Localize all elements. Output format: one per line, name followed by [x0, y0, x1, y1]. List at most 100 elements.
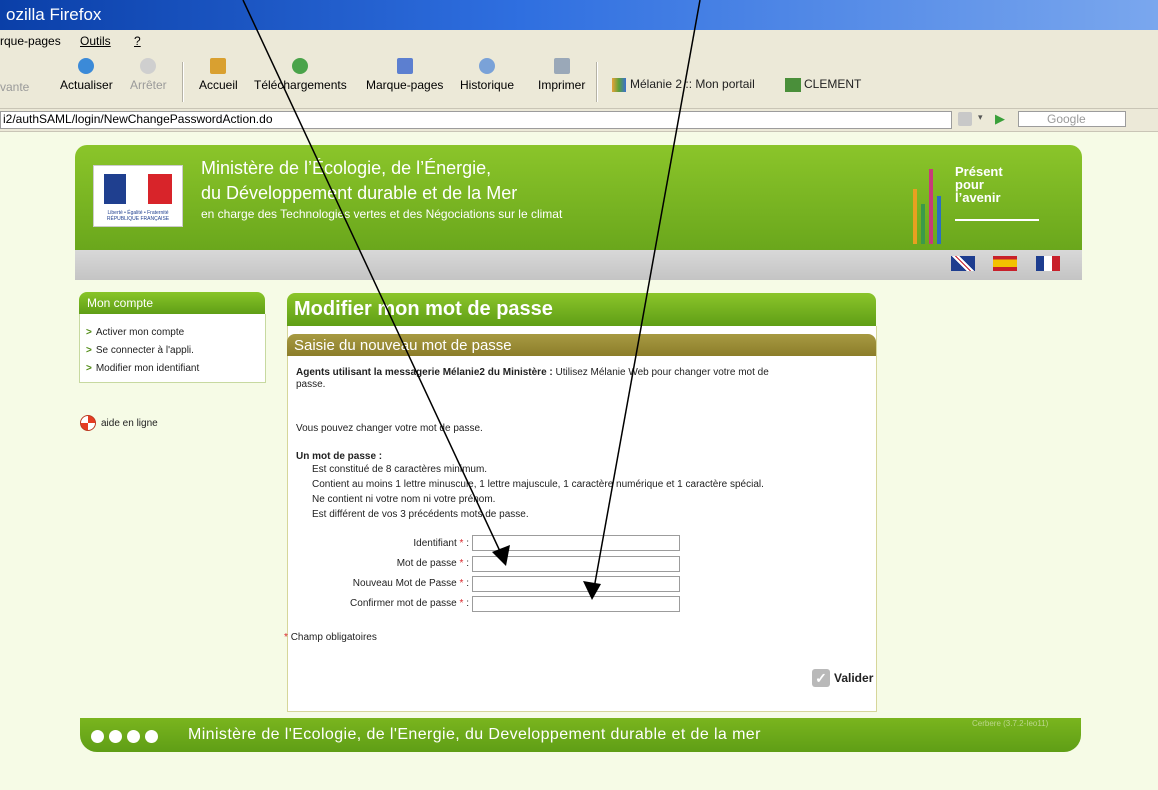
flag-es-icon[interactable] — [993, 256, 1017, 271]
chevron-right-icon: > — [86, 345, 92, 356]
window-title: ozilla Firefox — [6, 5, 102, 24]
history-icon — [479, 58, 496, 74]
ministry-line2: du Développement durable et de la Mer — [201, 183, 518, 203]
sidebar-item-label: Se connecter à l'appli. — [95, 345, 194, 356]
navigation-toolbar: vante Actualiser Arrêter Accueil Télécha… — [0, 52, 1158, 109]
agents-notice: Agents utilisant la messagerie Mélanie2 … — [296, 367, 866, 391]
dropdown-icon[interactable]: ▾ — [978, 112, 990, 126]
language-bar — [75, 250, 1082, 280]
print-label: Imprimer — [538, 78, 586, 92]
section-title: Saisie du nouveau mot de passe — [294, 337, 512, 354]
rule-item: Est constitué de 8 caractères minimum. — [312, 464, 488, 475]
print-icon — [553, 58, 570, 74]
sidebar-item-activate[interactable]: > Activer mon compte — [86, 327, 184, 338]
required-mark: * — [284, 632, 288, 643]
sidebar-item-label: Activer mon compte — [95, 327, 185, 338]
menu-tools[interactable]: Outils — [80, 34, 111, 48]
logo-red — [148, 174, 172, 204]
identifiant-field[interactable] — [472, 535, 680, 551]
present-pour-avenir: Présent pour l’avenir — [955, 165, 1035, 204]
checkmark-icon: ✓ — [812, 669, 830, 687]
republique-logo: Liberté • Égalité • Fraternité RÉPUBLIQUE… — [93, 165, 183, 227]
go-icon[interactable]: ▶ — [995, 111, 1005, 127]
section-header: Saisie du nouveau mot de passe — [287, 334, 876, 356]
history-label: Historique — [460, 78, 515, 92]
confirm-password-label: Confirmer mot de passe * : — [350, 598, 469, 609]
reload-label: Actualiser — [60, 78, 113, 92]
bookmarks-label: Marque-pages — [366, 78, 444, 92]
required-mark: * — [459, 598, 464, 609]
footer-dot — [109, 730, 122, 743]
home-icon — [210, 58, 227, 74]
sidebar-menu: > Activer mon compte > Se connecter à l'ap… — [79, 314, 266, 383]
footer-text: Ministère de l'Ecologie, de l'Energie, d… — [188, 726, 761, 743]
sidebar-title: Mon compte — [87, 296, 154, 310]
agents-text: Utilisez Mélanie Web pour changer votre … — [552, 367, 769, 378]
confirm-password-field[interactable] — [472, 596, 680, 612]
identifiant-label: Identifiant * : — [413, 538, 469, 549]
logo-blue — [104, 174, 126, 204]
submit-label: Valider — [834, 671, 874, 685]
new-password-field[interactable] — [472, 576, 680, 592]
password-label-text: Mot de passe — [396, 558, 457, 569]
present-underline — [955, 219, 1039, 221]
new-password-label-text: Nouveau Mot de Passe — [352, 578, 457, 589]
main-header: Modifier mon mot de passe — [287, 293, 876, 326]
reload-icon — [78, 58, 95, 74]
clement-icon — [785, 77, 801, 92]
ministry-banner: Liberté • Égalité • Fraternité RÉPUBLIQUE… — [75, 145, 1082, 250]
version-text: Cerbere (3.7.2-Ieo11) — [972, 719, 1049, 728]
banner-decor — [937, 196, 941, 244]
home-button[interactable]: Accueil — [199, 58, 238, 92]
bookmarks-icon — [396, 58, 413, 74]
page-title: Modifier mon mot de passe — [294, 298, 553, 320]
downloads-button[interactable]: Téléchargements — [254, 58, 347, 92]
bookmark-melanie[interactable]: Mélanie 2 :: Mon portail — [612, 77, 755, 92]
bookmark-clement[interactable]: CLEMENT — [785, 77, 861, 92]
window-titlebar: ozilla Firefox — [0, 0, 1158, 30]
menu-help[interactable]: ? — [134, 34, 141, 48]
search-placeholder: Google — [1047, 112, 1086, 126]
address-bar: i2/authSAML/login/NewChangePasswordActio… — [0, 109, 1158, 132]
ministry-line3: en charge des Technologies vertes et des… — [201, 207, 563, 221]
rule-item: Est différent de vos 3 précédents mots d… — [312, 509, 529, 520]
password-field[interactable] — [472, 556, 680, 572]
reload-button[interactable]: Actualiser — [60, 58, 113, 92]
menubar: rque-pages Outils ? — [0, 30, 1158, 53]
stop-button[interactable]: Arrêter — [130, 58, 167, 92]
required-note: * Champ obligatoires — [284, 632, 377, 644]
menu-bookmarks[interactable]: rque-pages — [0, 34, 61, 48]
history-button[interactable]: Historique — [460, 58, 514, 92]
required-mark: * — [459, 538, 464, 549]
search-input[interactable]: Google — [1018, 111, 1126, 127]
confirm-password-label-text: Confirmer mot de passe — [350, 598, 457, 609]
footer-dot — [127, 730, 140, 743]
forward-label: vante — [0, 80, 30, 94]
banner-decor — [921, 204, 925, 244]
bookmarks-button[interactable]: Marque-pages — [366, 58, 443, 92]
melanie-icon — [612, 77, 626, 92]
rule-item: Ne contient ni votre nom ni votre prénom… — [312, 494, 496, 505]
flag-uk-icon[interactable] — [951, 256, 975, 271]
ministry-line1: Ministère de l’Écologie, de l’Énergie, — [201, 158, 492, 178]
stop-label: Arrêter — [130, 78, 167, 92]
logo-republique: RÉPUBLIQUE FRANÇAISE — [106, 216, 170, 222]
forward-button[interactable]: vante — [0, 80, 29, 94]
flag-fr-icon[interactable] — [1036, 256, 1060, 271]
rss-icon[interactable] — [958, 112, 972, 126]
sidebar-item-modify-id[interactable]: > Modifier mon identifiant — [86, 363, 199, 374]
stop-icon — [140, 58, 157, 74]
help-link[interactable]: aide en ligne — [101, 418, 158, 429]
logo-text: Liberté • Égalité • Fraternité RÉPUBLIQUE… — [96, 210, 180, 222]
banner-decor — [913, 189, 917, 244]
chevron-right-icon: > — [86, 363, 92, 374]
sidebar-item-label: Modifier mon identifiant — [95, 363, 200, 374]
toolbar-separator — [182, 62, 184, 102]
password-label: Mot de passe * : — [396, 558, 469, 569]
required-mark: * — [459, 578, 464, 589]
sidebar-item-connect[interactable]: > Se connecter à l'appli. — [86, 345, 194, 356]
url-input[interactable]: i2/authSAML/login/NewChangePasswordActio… — [0, 111, 952, 129]
sidebar-header: Mon compte — [79, 292, 265, 314]
agents-bold: Agents utilisant la messagerie Mélanie2 … — [296, 367, 553, 378]
print-button[interactable]: Imprimer — [538, 58, 585, 92]
